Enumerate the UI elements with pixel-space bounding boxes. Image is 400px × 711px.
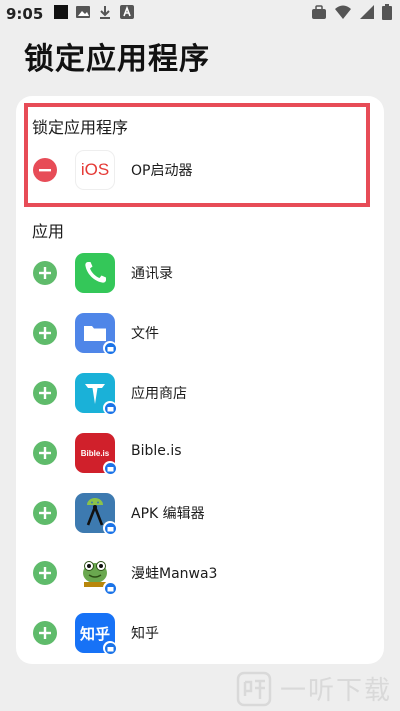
list-item-app-store[interactable]: 应用商店 [16,363,384,423]
image-icon [75,4,91,24]
add-button[interactable] [33,261,57,285]
work-badge-icon [103,461,117,475]
add-button[interactable] [33,381,57,405]
add-button[interactable] [33,561,57,585]
plus-icon [39,507,51,519]
work-badge-icon [103,401,117,415]
page-title: 锁定应用程序 [24,42,210,77]
font-app-icon [119,4,135,24]
list-item-op-launcher[interactable]: iOS OP启动器 [16,140,384,200]
locked-section-label: 锁定应用程序 [32,118,129,137]
watermark: 一听下载 [236,666,400,711]
signal-icon [359,4,375,24]
add-button[interactable] [33,441,57,465]
add-button[interactable] [33,501,57,525]
frog-icon [75,553,117,595]
app-name: Bible.is [131,443,182,459]
store-icon [75,373,117,415]
remove-button[interactable] [33,158,57,182]
add-button[interactable] [33,321,57,345]
list-item-contacts[interactable]: 通讯录 [16,243,384,303]
download-icon [97,4,113,24]
zhihu-icon: 知乎 [75,613,117,655]
list-item-manwa3[interactable]: 漫蛙Manwa3 [16,543,384,603]
plus-icon [39,567,51,579]
work-badge-icon [103,521,117,535]
battery-icon [382,4,392,24]
app-name: 通讯录 [131,266,173,282]
folder-icon [75,313,117,355]
app-name: 知乎 [131,626,159,642]
status-bar: 9:05 [0,0,400,28]
work-badge-icon [103,581,117,595]
phone-icon [75,253,115,293]
bible-is-icon-text: Bible.is [80,448,110,458]
app-name: 应用商店 [131,386,187,402]
zhihu-icon-text: 知乎 [79,624,110,643]
app-list-card: 锁定应用程序 iOS OP启动器 应用 通讯录 文件 应用商店 Bible.is… [16,96,384,664]
watermark-logo-icon [236,671,272,706]
wifi-icon [334,4,352,24]
app-name: OP启动器 [131,163,193,179]
list-item-files[interactable]: 文件 [16,303,384,363]
ios-launcher-icon-text: iOS [80,160,110,179]
minus-icon [39,169,51,172]
plus-icon [39,627,51,639]
briefcase-icon [311,4,327,24]
plus-icon [39,387,51,399]
list-item-zhihu[interactable]: 知乎 知乎 [16,603,384,663]
status-left: 9:05 [6,4,135,24]
status-right [311,4,392,24]
list-item-bible-is[interactable]: Bible.is Bible.is [16,423,384,483]
plus-icon [39,267,51,279]
work-badge-icon [103,341,117,355]
bible-is-icon: Bible.is [75,433,117,475]
add-button[interactable] [33,621,57,645]
plus-icon [39,447,51,459]
app-name: 文件 [131,326,159,342]
app-name: APK 编辑器 [131,506,205,522]
apps-section-label: 应用 [32,222,65,241]
ios-launcher-icon: iOS [75,150,115,190]
notification-square-icon [53,4,69,24]
app-name: 漫蛙Manwa3 [131,566,218,582]
status-time: 9:05 [6,5,44,23]
apk-editor-icon [75,493,117,535]
work-badge-icon [103,641,117,655]
watermark-text: 一听下载 [280,676,393,706]
list-item-apk-editor[interactable]: APK 编辑器 [16,483,384,543]
plus-icon [39,327,51,339]
